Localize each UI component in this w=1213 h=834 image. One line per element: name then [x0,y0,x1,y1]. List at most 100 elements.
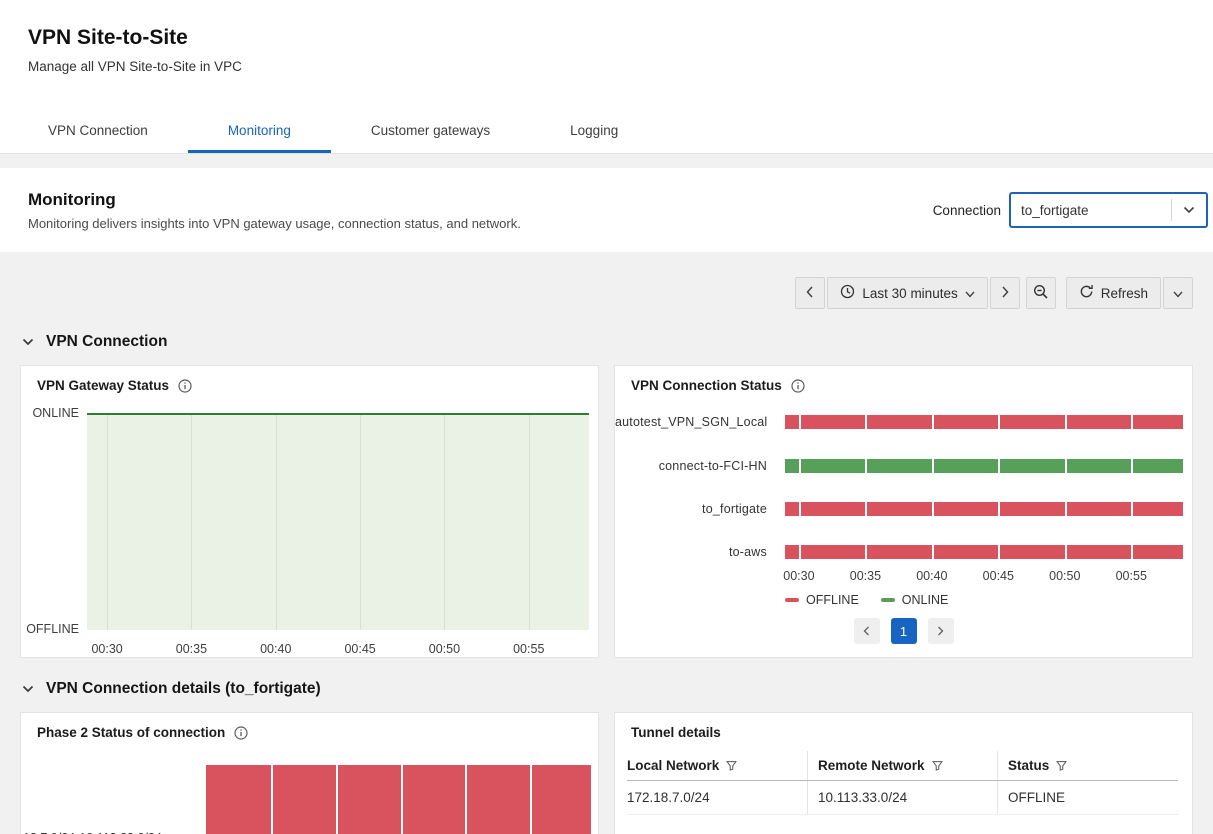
pagination-next-button[interactable] [928,618,954,644]
time-toolbar: Last 30 minutes Refresh [20,277,1193,309]
category-label: autotest_VPN_SGN_Local [615,415,767,429]
section-vpn-connection-details: VPN Connection details (to_fortigate) [20,680,1193,698]
pagination-page-1-button[interactable]: 1 [891,618,917,644]
cell-remote-network: 10.113.33.0/24 [807,781,997,814]
gridline [998,415,1000,560]
gridline [271,765,273,834]
refresh-group: Refresh [1066,277,1193,309]
status-bar [785,545,1183,559]
panel-title: Tunnel details [631,725,721,740]
category-label: to-aws [615,545,767,559]
filter-icon[interactable] [932,760,943,771]
connection-select[interactable]: to_fortigate [1009,192,1208,228]
connection-select-value: to_fortigate [1021,203,1171,218]
column-header-label: Remote Network [818,758,925,773]
column-header-remote-network: Remote Network [807,751,997,780]
category-label: connect-to-FCI-HN [615,459,767,473]
tab-monitoring[interactable]: Monitoring [188,110,331,153]
panel-title: VPN Gateway Status [37,378,169,393]
panel-vpn-gateway-status: VPN Gateway Status ONLINE OFFLINE 00:30 … [20,365,599,658]
y-axis-label-offline: OFFLINE [23,622,79,636]
chart-legend: OFFLINE ONLINE [785,593,948,607]
column-header-label: Status [1008,758,1049,773]
legend-label: ONLINE [902,593,949,607]
chevron-left-icon [863,624,870,639]
zoom-out-button[interactable] [1026,277,1056,309]
connection-picker: Connection to_fortigate [933,192,1213,228]
column-header-local-network: Local Network [627,758,807,773]
gridline [360,415,361,630]
x-tick: 00:50 [1043,569,1087,583]
panel-phase2-status: Phase 2 Status of connection 18.7.0/24-1… [20,712,599,834]
x-axis: 00:30 00:35 00:40 00:45 00:50 00:55 [87,642,589,658]
x-tick: 00:30 [777,569,821,583]
panel-row-connection: VPN Gateway Status ONLINE OFFLINE 00:30 … [20,365,1193,658]
connection-label: Connection [933,203,1001,218]
tab-logging[interactable]: Logging [530,110,658,153]
chevron-down-icon [1172,206,1206,214]
gateway-status-chart [87,413,589,630]
gridline [401,765,403,834]
page-subtitle: Manage all VPN Site-to-Site in VPC [0,50,1213,74]
x-tick: 00:30 [85,642,129,656]
legend-item-offline: OFFLINE [785,593,859,607]
gridline [799,415,801,560]
pagination-prev-button[interactable] [854,618,880,644]
table-row: 172.18.7.0/24 10.113.33.0/24 OFFLINE [627,781,1178,815]
pagination: 1 [615,618,1192,644]
x-tick: 00:40 [254,642,298,656]
time-range-label: Last 30 minutes [862,286,957,301]
tab-vpn-connection[interactable]: VPN Connection [8,110,188,153]
gridline [465,765,467,834]
gridline [529,415,530,630]
clock-icon [840,284,855,302]
cell-local-network: 172.18.7.0/24 [627,790,807,805]
gridline [336,765,338,834]
monitoring-title: Monitoring [28,190,933,210]
collapse-chevron-icon[interactable] [22,685,34,693]
monitoring-band: Monitoring Monitoring delivers insights … [0,168,1213,252]
time-shift-forward-button[interactable] [990,277,1020,309]
monitoring-heading: Monitoring Monitoring delivers insights … [0,190,933,231]
info-icon[interactable] [234,726,248,740]
collapse-chevron-icon[interactable] [22,338,34,346]
monitoring-description: Monitoring delivers insights into VPN ga… [28,216,933,231]
chevron-right-icon [1001,286,1009,301]
x-tick: 00:35 [169,642,213,656]
info-icon[interactable] [791,379,805,393]
status-bar [785,502,1183,516]
gridline [865,415,867,560]
time-range-group: Last 30 minutes [795,277,1019,309]
status-bar [785,415,1183,429]
legend-label: OFFLINE [806,593,859,607]
time-range-button[interactable]: Last 30 minutes [827,277,987,309]
phase2-status-chart [206,765,591,834]
gridline [191,415,192,630]
cell-status: OFFLINE [997,781,1178,814]
refresh-button[interactable]: Refresh [1066,277,1161,309]
column-header-status: Status [997,751,1178,780]
x-axis: 00:30 00:35 00:40 00:45 00:50 00:55 [785,569,1183,585]
gridline [444,415,445,630]
panel-tunnel-details: Tunnel details Local Network Remote Netw… [614,712,1193,834]
page-title: VPN Site-to-Site [0,0,1213,50]
connection-status-chart [785,415,1183,575]
legend-item-online: ONLINE [881,593,949,607]
category-label: to_fortigate [615,502,767,516]
info-icon[interactable] [178,379,192,393]
tab-bar: VPN Connection Monitoring Customer gatew… [8,110,658,153]
x-tick: 00:45 [338,642,382,656]
tab-customer-gateways[interactable]: Customer gateways [331,110,530,153]
filter-icon[interactable] [1056,760,1067,771]
x-tick: 00:35 [843,569,887,583]
chevron-down-icon [965,286,975,301]
gridline [932,415,934,560]
chevron-right-icon [937,624,944,639]
refresh-label: Refresh [1101,286,1148,301]
chevron-down-icon [1173,286,1183,301]
time-shift-back-button[interactable] [795,277,825,309]
refresh-interval-button[interactable] [1163,277,1193,309]
gridline [530,765,532,834]
legend-swatch [785,598,799,602]
filter-icon[interactable] [726,760,737,771]
